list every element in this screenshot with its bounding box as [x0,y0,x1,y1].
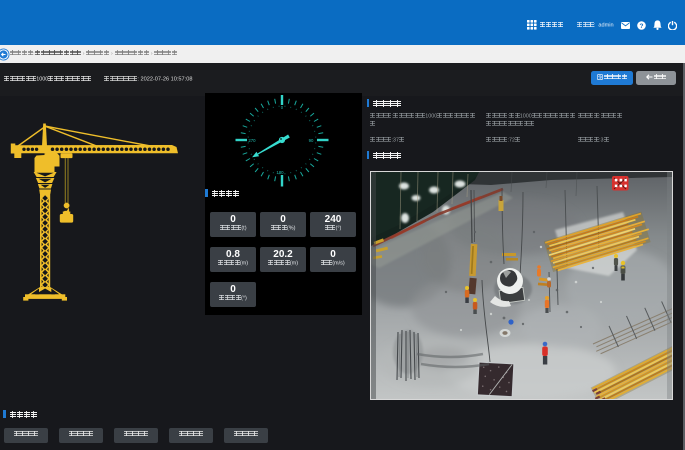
svg-text:?: ? [640,22,644,29]
svg-text:90: 90 [309,138,314,143]
svg-text:0: 0 [281,105,284,110]
svg-text:180: 180 [276,170,284,175]
svg-text:270: 270 [248,138,256,143]
